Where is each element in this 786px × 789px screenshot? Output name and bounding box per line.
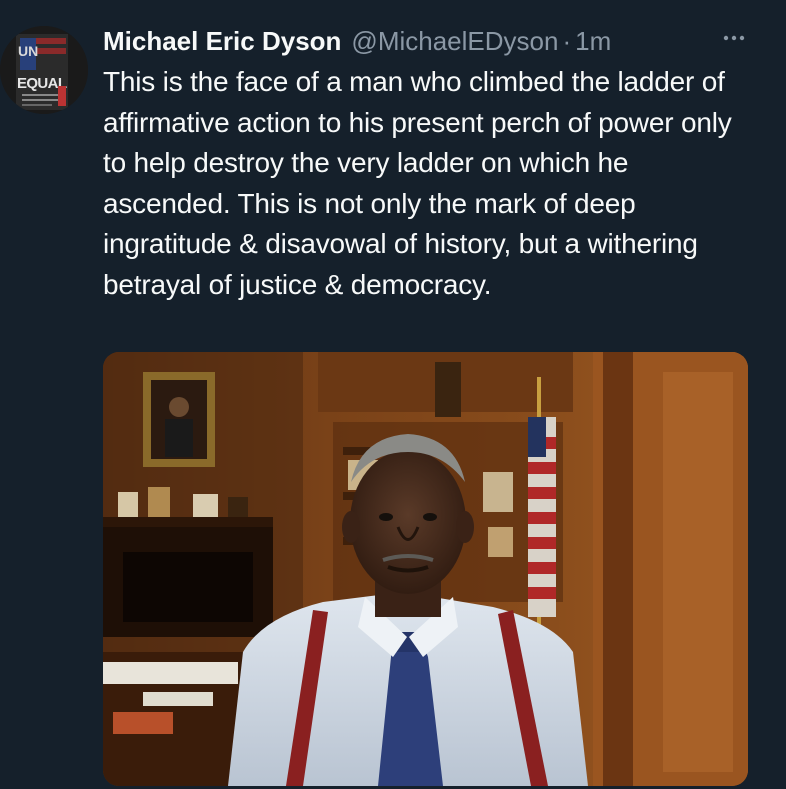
tweet-photo[interactable]: [103, 352, 748, 786]
photo-man-in-office: [103, 352, 748, 786]
header-separator: ·: [562, 25, 572, 56]
more-options-button[interactable]: [718, 22, 750, 54]
tweet-timestamp[interactable]: 1m: [575, 26, 611, 57]
tweet-card: UN EQUAL Michael Eric Dyson @MichaelEDys…: [0, 0, 786, 789]
avatar[interactable]: UN EQUAL: [0, 26, 88, 114]
svg-text:UN: UN: [18, 43, 38, 59]
more-horizontal-icon: [723, 35, 745, 41]
tweet-text: This is the face of a man who climbed th…: [103, 66, 732, 300]
avatar-book-cover-logo: UN EQUAL: [0, 26, 88, 114]
tweet-header: Michael Eric Dyson @MichaelEDyson · 1m: [103, 24, 611, 58]
author-display-name[interactable]: Michael Eric Dyson: [103, 26, 341, 57]
author-handle[interactable]: @MichaelEDyson: [351, 26, 558, 57]
